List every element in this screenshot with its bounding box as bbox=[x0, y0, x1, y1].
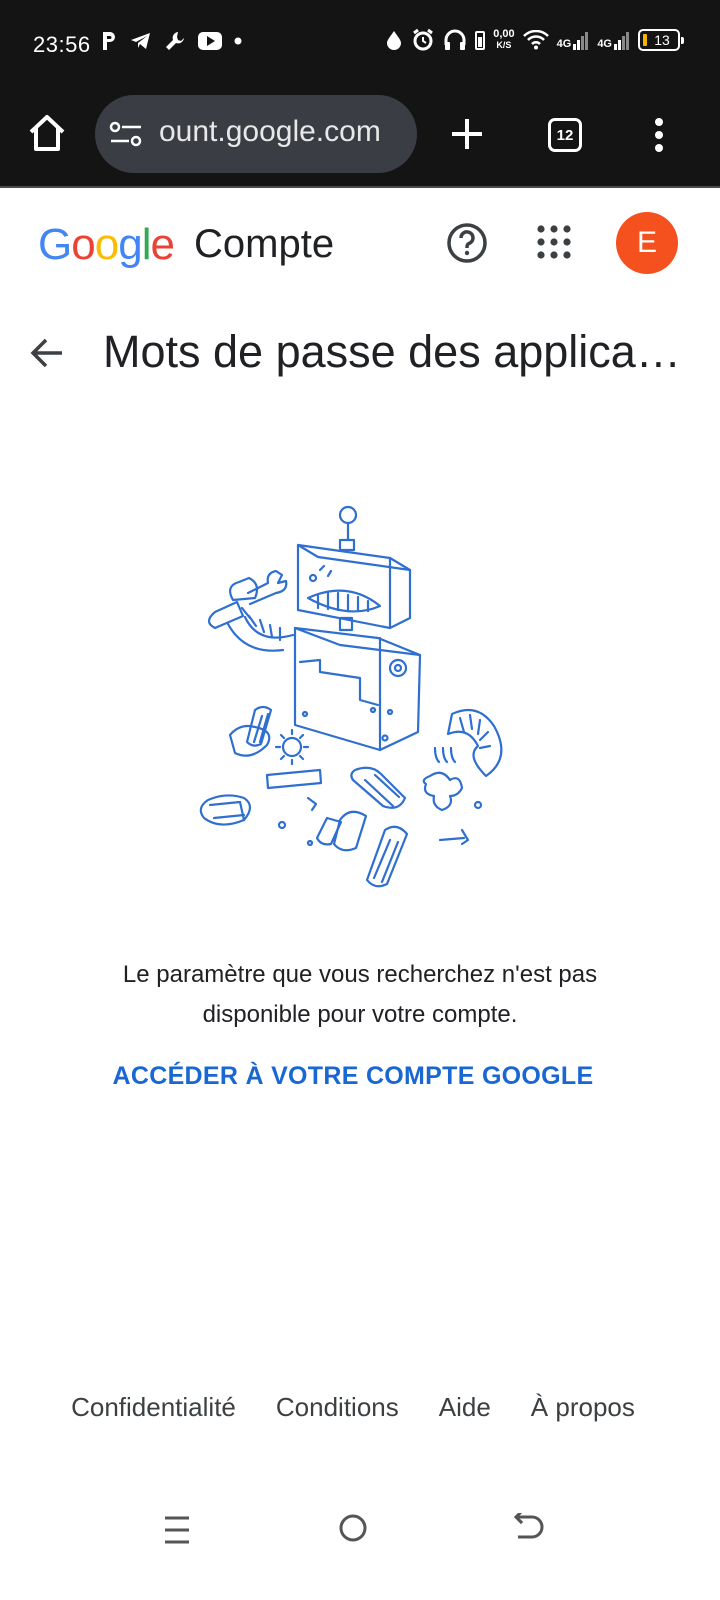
alarm-icon bbox=[413, 28, 434, 51]
home-icon[interactable] bbox=[26, 112, 68, 154]
url-bar[interactable]: ount.google.com bbox=[95, 95, 417, 173]
logo-letter: g bbox=[118, 220, 143, 269]
signal-bars-1-icon bbox=[573, 32, 589, 50]
status-time: 23:56 bbox=[33, 32, 91, 57]
page-title: Mots de passe des applica… bbox=[103, 326, 681, 377]
headphones-icon bbox=[444, 29, 466, 50]
avatar-initial: E bbox=[636, 226, 657, 259]
more-options-icon[interactable] bbox=[652, 116, 666, 156]
wrench-icon bbox=[166, 32, 184, 50]
footer-link-about[interactable]: À propos bbox=[531, 1392, 635, 1423]
net-speed-unit: K/S bbox=[496, 40, 512, 50]
broken-robot-illustration bbox=[199, 505, 503, 888]
account-avatar[interactable]: E bbox=[616, 212, 678, 274]
footer-link-privacy[interactable]: Confidentialité bbox=[71, 1392, 236, 1423]
logo-letter: e bbox=[150, 220, 175, 269]
signal-2-label: 4G bbox=[597, 38, 612, 50]
back-arrow-icon[interactable] bbox=[28, 334, 66, 372]
home-button-icon[interactable] bbox=[338, 1513, 368, 1543]
parking-icon bbox=[103, 32, 115, 50]
url-text[interactable]: ount.google.com bbox=[159, 115, 381, 149]
help-icon[interactable] bbox=[446, 222, 488, 264]
apps-grid-icon[interactable] bbox=[536, 224, 572, 260]
footer-link-help[interactable]: Aide bbox=[439, 1392, 491, 1423]
account-header: Google Compte E bbox=[0, 190, 720, 300]
signal-1: 4G bbox=[557, 30, 590, 50]
product-name: Compte bbox=[194, 222, 335, 266]
status-bar: 23:56 0,00 K/S 4G 4G 13 bbox=[0, 0, 720, 88]
system-icons: 0,00 K/S 4G 4G 13 bbox=[385, 28, 684, 52]
signal-1-label: 4G bbox=[556, 38, 572, 50]
google-logo[interactable]: Google bbox=[38, 220, 175, 270]
message-line-2: disponible pour votre compte. bbox=[202, 1001, 518, 1028]
telegram-icon bbox=[131, 33, 150, 49]
drop-icon bbox=[387, 31, 402, 50]
recent-apps-icon[interactable] bbox=[163, 1515, 191, 1545]
signal-2: 4G bbox=[597, 30, 630, 50]
notification-icons bbox=[100, 30, 242, 52]
site-settings-icon[interactable] bbox=[109, 119, 143, 149]
vibrate-battery-icon bbox=[475, 31, 486, 50]
footer-links: Confidentialité Conditions Aide À propos bbox=[0, 1392, 706, 1423]
logo-letter: G bbox=[38, 220, 72, 269]
message-line-1: Le paramètre que vous recherchez n'est p… bbox=[122, 961, 598, 988]
back-button-icon[interactable] bbox=[512, 1513, 546, 1543]
battery-level: 13 bbox=[654, 32, 670, 48]
footer-link-terms[interactable]: Conditions bbox=[276, 1392, 399, 1423]
signal-bars-2-icon bbox=[614, 32, 629, 50]
go-to-account-label[interactable]: ACCÉDER À VOTRE COMPTE GOOGLE bbox=[113, 1062, 594, 1090]
wifi-icon bbox=[522, 30, 549, 50]
tab-count: 12 bbox=[556, 126, 574, 144]
youtube-icon bbox=[198, 32, 222, 50]
tab-switcher-button[interactable]: 12 bbox=[548, 118, 582, 152]
logo-letter: o bbox=[94, 220, 120, 269]
dot-icon bbox=[234, 37, 242, 45]
go-to-account-link[interactable]: ACCÉDER À VOTRE COMPTE GOOGLE bbox=[0, 1062, 706, 1091]
logo-letter: o bbox=[71, 220, 96, 269]
unavailable-message: Le paramètre que vous recherchez n'est p… bbox=[40, 955, 680, 1035]
system-navigation-bar bbox=[0, 1495, 720, 1565]
battery-icon: 13 bbox=[638, 29, 684, 51]
net-speed-value: 0,00 bbox=[493, 28, 515, 40]
new-tab-icon[interactable] bbox=[449, 116, 485, 152]
browser-toolbar: ount.google.com 12 bbox=[0, 88, 720, 188]
net-speed: 0,00 K/S bbox=[493, 29, 514, 51]
